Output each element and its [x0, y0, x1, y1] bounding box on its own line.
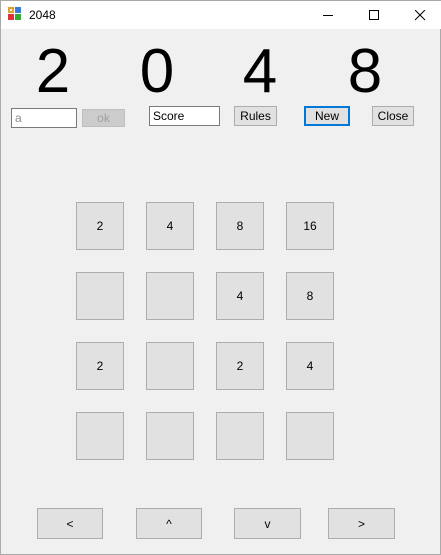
- tile-r1-c2[interactable]: 4: [146, 202, 194, 250]
- header-digit-3: 4: [242, 37, 278, 106]
- tile-r4-c1[interactable]: [76, 412, 124, 460]
- title-bar[interactable]: 2048: [1, 1, 441, 29]
- close-button[interactable]: Close: [372, 106, 414, 126]
- maximize-button[interactable]: [351, 1, 397, 29]
- tile-r1-c1[interactable]: 2: [76, 202, 124, 250]
- tile-r3-c3[interactable]: 2: [216, 342, 264, 390]
- tile-r1-c4[interactable]: 16: [286, 202, 334, 250]
- header-digit-2: 0: [139, 37, 175, 106]
- close-window-button[interactable]: [397, 1, 441, 29]
- tile-r4-c4[interactable]: [286, 412, 334, 460]
- app-icon: [8, 7, 21, 20]
- down-button[interactable]: v: [234, 508, 301, 539]
- header-digit-1: 2: [35, 37, 71, 106]
- ok-button[interactable]: ok: [82, 109, 125, 127]
- new-button[interactable]: New: [304, 106, 350, 126]
- score-field[interactable]: Score: [149, 106, 220, 126]
- tile-r3-c2[interactable]: [146, 342, 194, 390]
- tile-r3-c4[interactable]: 4: [286, 342, 334, 390]
- tile-r2-c4[interactable]: 8: [286, 272, 334, 320]
- tile-r2-c2[interactable]: [146, 272, 194, 320]
- tile-r1-c3[interactable]: 8: [216, 202, 264, 250]
- up-button[interactable]: ^: [136, 508, 202, 539]
- tile-r2-c3[interactable]: 4: [216, 272, 264, 320]
- tile-r4-c2[interactable]: [146, 412, 194, 460]
- app-window: 2048 2 0 4 8 a ok Score Rules New Close …: [0, 0, 441, 555]
- minimize-button[interactable]: [305, 1, 351, 29]
- tile-r2-c1[interactable]: [76, 272, 124, 320]
- close-icon: [414, 9, 425, 20]
- rules-button[interactable]: Rules: [234, 106, 277, 126]
- window-title: 2048: [29, 8, 56, 22]
- left-button[interactable]: <: [37, 508, 103, 539]
- text-input[interactable]: a: [11, 108, 77, 128]
- tile-r4-c3[interactable]: [216, 412, 264, 460]
- maximize-icon: [368, 9, 379, 20]
- tile-r3-c1[interactable]: 2: [76, 342, 124, 390]
- minimize-icon: [322, 14, 333, 16]
- header-digit-4: 8: [347, 37, 383, 106]
- right-button[interactable]: >: [328, 508, 395, 539]
